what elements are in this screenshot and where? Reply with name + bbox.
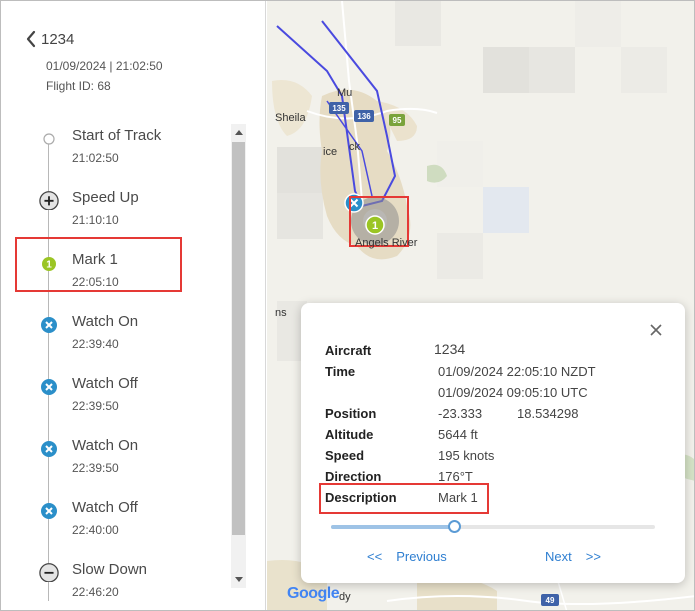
flight-id: Flight ID: 68	[46, 79, 111, 93]
google-logo: Google	[287, 585, 340, 603]
timeline-event[interactable]: Speed Up 21:10:10	[31, 185, 231, 241]
position-lon: 18.534298	[517, 406, 579, 421]
time-value-local: 01/09/2024 22:05:10 NZDT	[438, 364, 596, 379]
event-label: Start of Track	[72, 127, 162, 144]
event-label: Watch On	[72, 313, 139, 330]
flight-datetime: 01/09/2024 | 21:02:50	[46, 59, 163, 73]
event-time: 22:40:00	[72, 523, 119, 537]
previous-label: Previous	[396, 549, 447, 564]
scroll-down-arrow-icon[interactable]	[231, 572, 246, 588]
event-time: 22:46:20	[72, 585, 119, 599]
previous-button[interactable]: << Previous	[367, 549, 447, 564]
event-slider-fill	[331, 525, 455, 529]
scroll-up-arrow-icon[interactable]	[231, 124, 246, 140]
map-place-label: ck	[349, 141, 360, 153]
event-label: Slow Down	[72, 561, 148, 578]
event-label: Speed Up	[72, 189, 139, 206]
event-label: Watch On	[72, 437, 139, 454]
event-time: 21:02:50	[72, 151, 119, 165]
direction-label: Direction	[325, 469, 382, 484]
position-lat: -23.333	[438, 406, 483, 421]
chevron-left-icon	[25, 30, 37, 48]
speed-label: Speed	[325, 448, 365, 463]
watch-x-icon	[39, 437, 59, 457]
road-shield: 95	[389, 114, 405, 126]
next-label: Next	[545, 549, 572, 564]
position-label: Position	[325, 406, 377, 421]
aircraft-value: 1234	[434, 341, 466, 357]
timeline-event[interactable]: Watch On 22:39:50	[31, 433, 231, 489]
map-place-label: ice	[323, 146, 338, 158]
event-label: Watch Off	[72, 375, 138, 392]
event-time: 22:39:40	[72, 337, 119, 351]
google-logo-text: Google	[287, 585, 340, 602]
direction-value: 176°T	[438, 469, 473, 484]
timeline-event[interactable]: Slow Down 22:46:20	[31, 557, 231, 601]
time-label: Time	[325, 364, 356, 379]
double-chevron-right-icon: >>	[585, 549, 601, 564]
flight-name: 1234	[41, 30, 75, 48]
minus-circle-icon	[39, 561, 59, 582]
speed-value: 195 knots	[438, 448, 495, 463]
road-shield: 49	[541, 594, 559, 606]
event-slider-thumb[interactable]	[447, 520, 461, 533]
back-button[interactable]: 1234	[25, 30, 74, 48]
double-chevron-left-icon: <<	[367, 549, 383, 564]
map-place-label: Angels River	[355, 237, 418, 249]
altitude-label: Altitude	[325, 427, 374, 442]
road-shield: 135	[329, 102, 349, 114]
timeline-event[interactable]: Watch Off 22:40:00	[31, 495, 231, 551]
time-value-utc: 01/09/2024 09:05:10 UTC	[438, 385, 588, 400]
timeline-scrollbar[interactable]	[231, 124, 246, 588]
event-details-popup: Aircraft 1234 Time 01/09/2024 22:05:10 N…	[301, 303, 685, 583]
event-highlight-box	[15, 237, 182, 292]
next-button[interactable]: Next >>	[545, 549, 601, 564]
flight-sidebar: 1234 01/09/2024 | 21:02:50 Flight ID: 68…	[1, 1, 266, 610]
aircraft-label: Aircraft	[325, 343, 372, 358]
watch-x-icon	[39, 375, 59, 395]
scrollbar-thumb[interactable]	[232, 142, 245, 535]
event-timeline: Start of Track 21:02:50 Speed Up 21:10:1…	[31, 123, 231, 601]
event-time: 21:10:10	[72, 213, 119, 227]
close-icon[interactable]	[647, 321, 665, 339]
watch-x-icon	[39, 499, 59, 519]
altitude-value: 5644 ft	[438, 427, 478, 442]
timeline-event[interactable]: Start of Track 21:02:50	[31, 123, 231, 179]
road-shield: 136	[354, 110, 374, 122]
map-place-label: ns	[275, 307, 287, 319]
watch-x-icon	[39, 313, 59, 333]
event-time: 22:39:50	[72, 399, 119, 413]
start-circle-icon	[39, 127, 59, 147]
mark-badge-text: 1	[372, 220, 378, 232]
description-highlight-box	[319, 483, 489, 514]
event-time: 22:39:50	[72, 461, 119, 475]
map-place-label: Mu	[337, 87, 353, 99]
event-label: Watch Off	[72, 499, 138, 516]
map-place-label: Sheila	[275, 112, 306, 124]
timeline-event[interactable]: Watch On 22:39:40	[31, 309, 231, 365]
timeline-event[interactable]: Watch Off 22:39:50	[31, 371, 231, 427]
app-window: 1234 01/09/2024 | 21:02:50 Flight ID: 68…	[0, 0, 695, 611]
map-place-label: dy	[339, 591, 351, 603]
plus-circle-icon	[39, 189, 59, 210]
